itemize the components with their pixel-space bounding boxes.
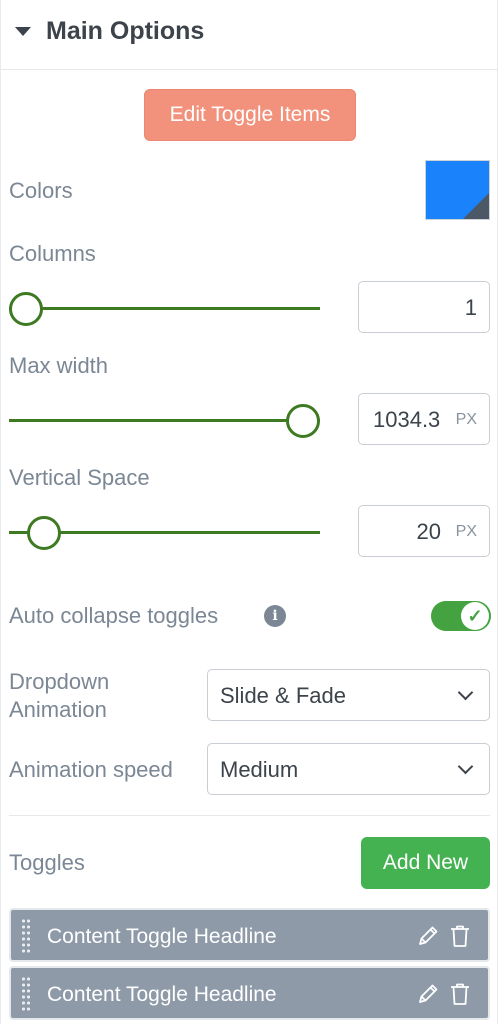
colors-label: Colors (9, 178, 73, 203)
add-new-button[interactable]: Add New (361, 837, 490, 889)
color-picker-corner-icon (463, 193, 489, 219)
vertical-space-label: Vertical Space (9, 465, 150, 490)
slider-thumb[interactable] (27, 516, 61, 550)
trash-icon[interactable] (447, 923, 473, 949)
slider-thumb[interactable] (286, 404, 320, 438)
color-picker-swatch[interactable] (425, 160, 490, 220)
max-width-label: Max width (9, 353, 109, 378)
vertical-space-input[interactable]: 20 PX (358, 505, 490, 557)
slider-track (9, 307, 320, 310)
toggles-label: Toggles (9, 850, 85, 875)
info-icon[interactable]: i (264, 605, 286, 627)
dropdown-animation-value: Slide & Fade (220, 683, 346, 708)
columns-value: 1 (464, 295, 477, 320)
divider (9, 815, 490, 816)
caret-down-icon[interactable] (15, 27, 31, 36)
max-width-value: 1034.3 (373, 407, 441, 432)
toggle-item[interactable]: Content Toggle Headline (9, 908, 490, 962)
columns-input[interactable]: 1 (358, 281, 490, 333)
vertical-space-value: 20 (416, 519, 441, 544)
columns-slider[interactable] (9, 289, 320, 329)
toggle-item[interactable]: Content Toggle Headline (9, 966, 490, 1020)
dropdown-animation-label-line2: Animation (9, 697, 107, 722)
toggle-item-label: Content Toggle Headline (47, 983, 277, 1006)
section-title: Main Options (46, 17, 205, 45)
trash-icon[interactable] (447, 981, 473, 1007)
dropdown-animation-select[interactable]: Slide & Fade (207, 669, 490, 721)
drag-handle-icon[interactable] (21, 976, 31, 1012)
toggle-item-label: Content Toggle Headline (47, 925, 277, 948)
dropdown-animation-label: Dropdown Animation (9, 668, 109, 724)
main-options-header[interactable]: Main Options (1, 0, 498, 70)
unit-label: PX (455, 411, 477, 428)
edit-toggle-items-button[interactable]: Edit Toggle Items (144, 89, 356, 141)
columns-label: Columns (9, 241, 96, 266)
vertical-space-slider[interactable] (9, 513, 320, 553)
max-width-input[interactable]: 1034.3 PX (358, 393, 490, 445)
animation-speed-value: Medium (220, 757, 299, 782)
checkmark-icon: ✓ (461, 602, 489, 630)
pencil-icon[interactable] (415, 923, 441, 949)
dropdown-animation-label-line1: Dropdown (9, 669, 110, 694)
chevron-down-icon (457, 684, 474, 701)
animation-speed-label: Animation speed (9, 757, 173, 782)
options-panel: Main Options Edit Toggle Items Colors Co… (0, 0, 498, 1024)
unit-label: PX (455, 523, 477, 540)
pencil-icon[interactable] (415, 981, 441, 1007)
slider-track (9, 419, 320, 422)
animation-speed-select[interactable]: Medium (207, 743, 490, 795)
max-width-slider[interactable] (9, 401, 320, 441)
toggle-items-list: Content Toggle Headline Content Toggle H… (9, 908, 490, 1024)
auto-collapse-toggle[interactable]: ✓ (431, 601, 491, 631)
slider-thumb[interactable] (9, 292, 43, 326)
auto-collapse-label: Auto collapse toggles (9, 603, 219, 628)
drag-handle-icon[interactable] (21, 918, 31, 954)
chevron-down-icon (457, 758, 474, 775)
